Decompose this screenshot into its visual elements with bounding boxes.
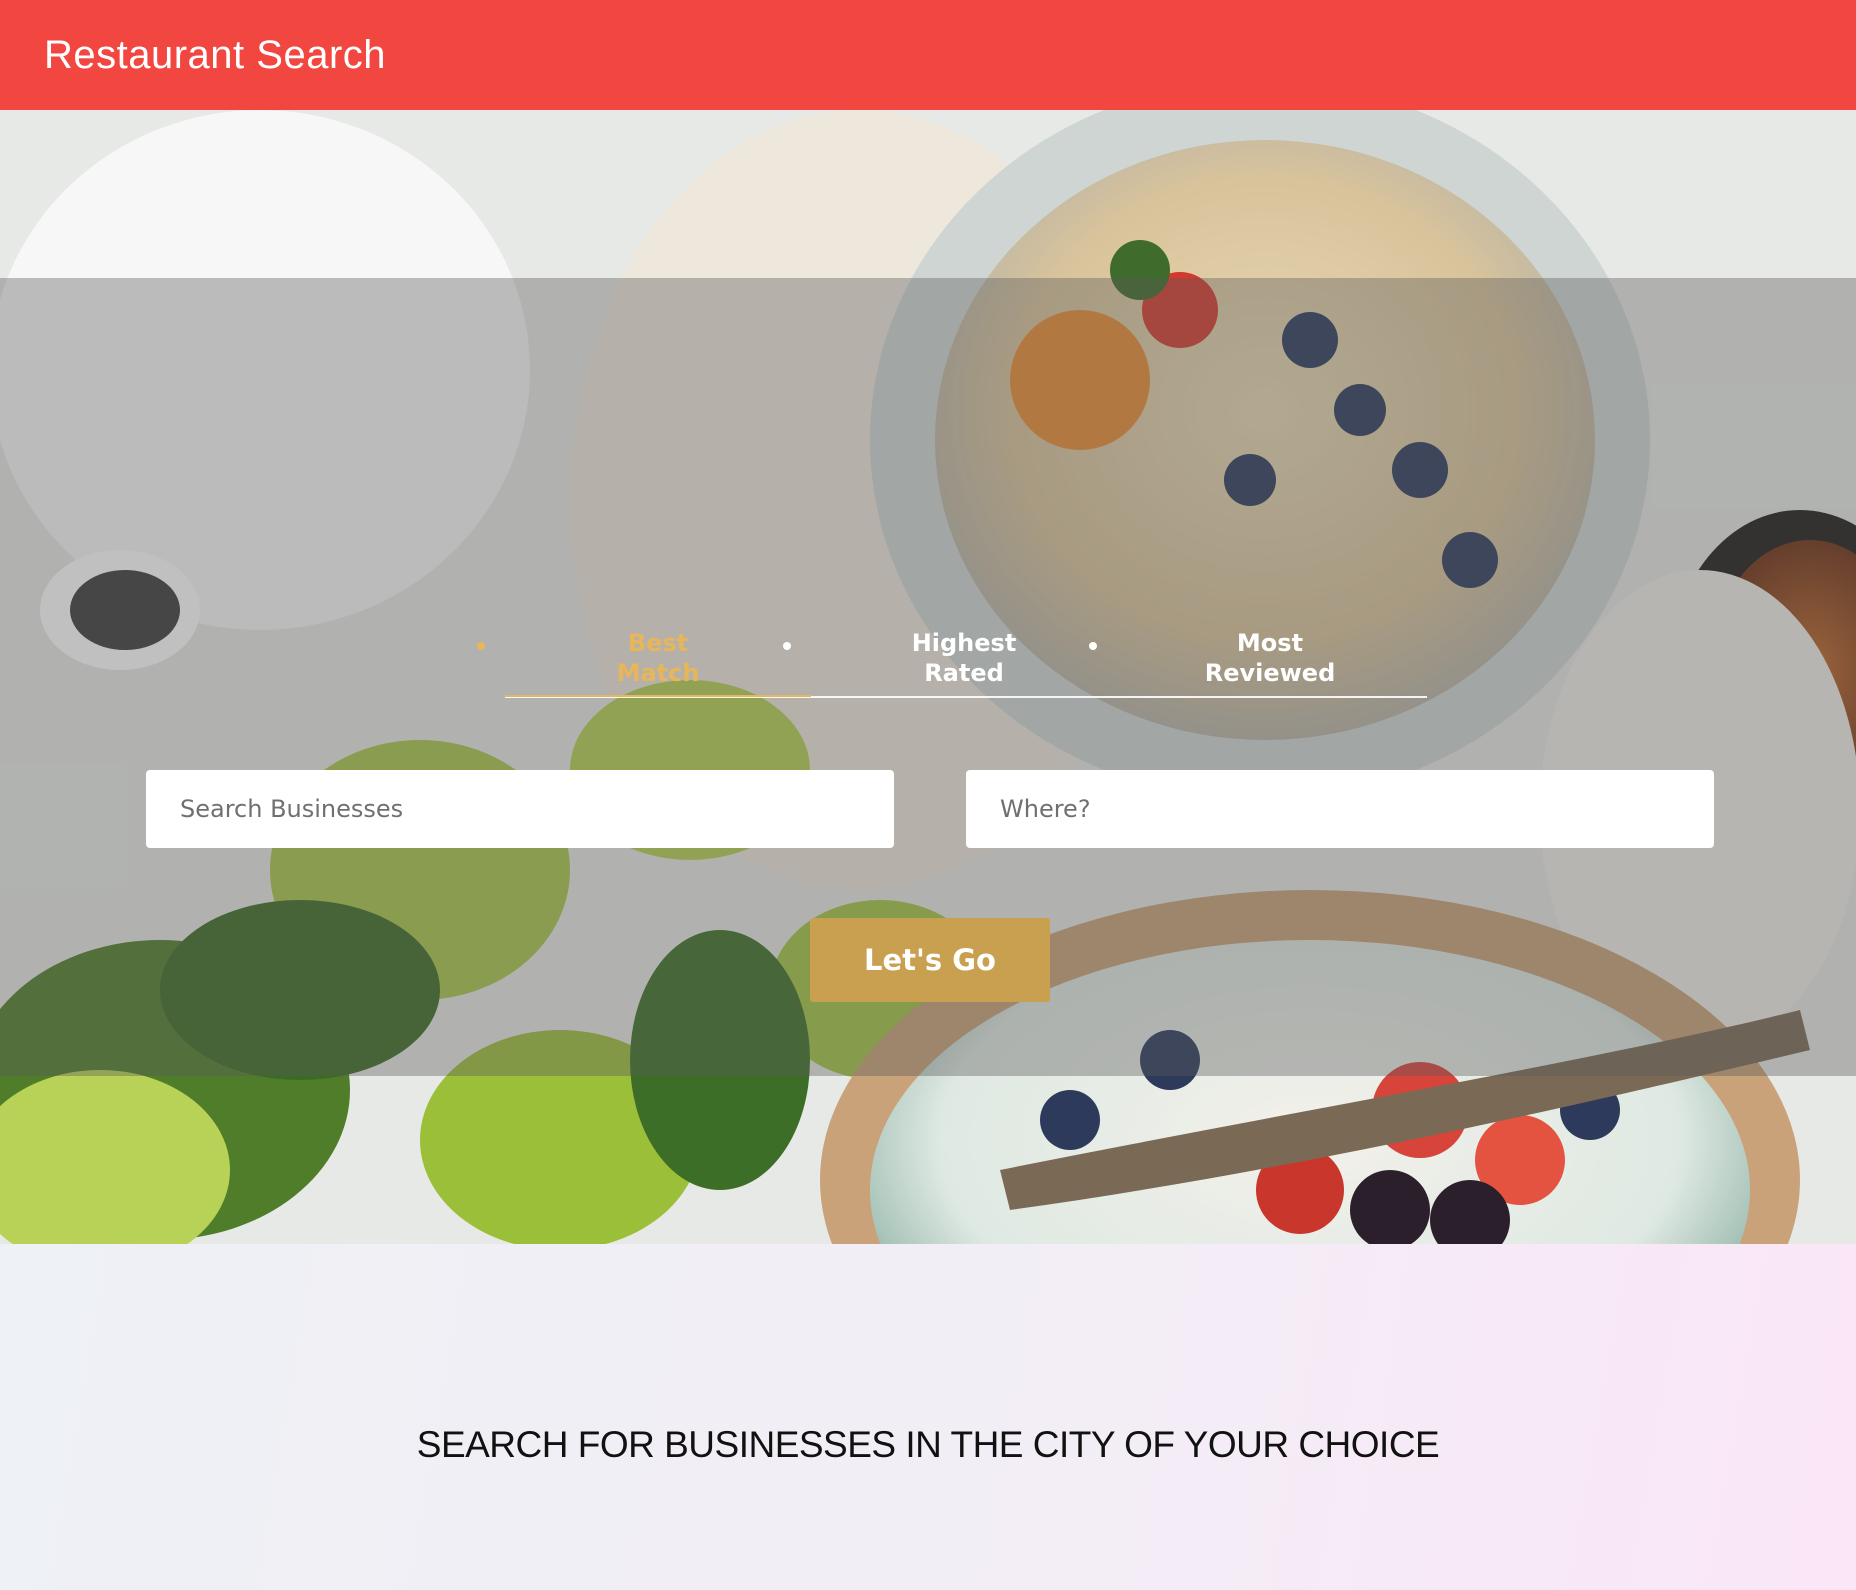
location-input[interactable] bbox=[966, 770, 1714, 848]
tagline-heading: SEARCH FOR BUSINESSES IN THE CITY OF YOU… bbox=[416, 1424, 1440, 1465]
sort-tab-label: Highest Rated bbox=[911, 629, 1017, 687]
active-tab-underline bbox=[505, 695, 811, 697]
sort-tab-most-reviewed[interactable]: Most Reviewed bbox=[1117, 628, 1423, 694]
sort-tabs: Best Match Highest Rated Most Reviewed bbox=[477, 628, 1427, 698]
sort-tab-highest-rated[interactable]: Highest Rated bbox=[811, 628, 1117, 694]
hero-section: BestMatch HighestRated MostReviewed Let'… bbox=[0, 110, 1856, 1244]
top-nav-bar: Restaurant Search bbox=[0, 0, 1856, 110]
sort-tab-label: Most Reviewed bbox=[1204, 629, 1336, 687]
app-title: Restaurant Search bbox=[44, 32, 387, 77]
info-section: SEARCH FOR BUSINESSES IN THE CITY OF YOU… bbox=[0, 1244, 1856, 1590]
sort-tab-best-match[interactable]: Best Match bbox=[505, 628, 811, 694]
lets-go-button[interactable]: Let's Go bbox=[810, 918, 1050, 1002]
sort-tab-label: Best Match bbox=[616, 629, 700, 687]
bullet-icon bbox=[1089, 642, 1097, 650]
search-businesses-input[interactable] bbox=[146, 770, 894, 848]
bullet-icon bbox=[477, 642, 485, 650]
bullet-icon bbox=[783, 642, 791, 650]
